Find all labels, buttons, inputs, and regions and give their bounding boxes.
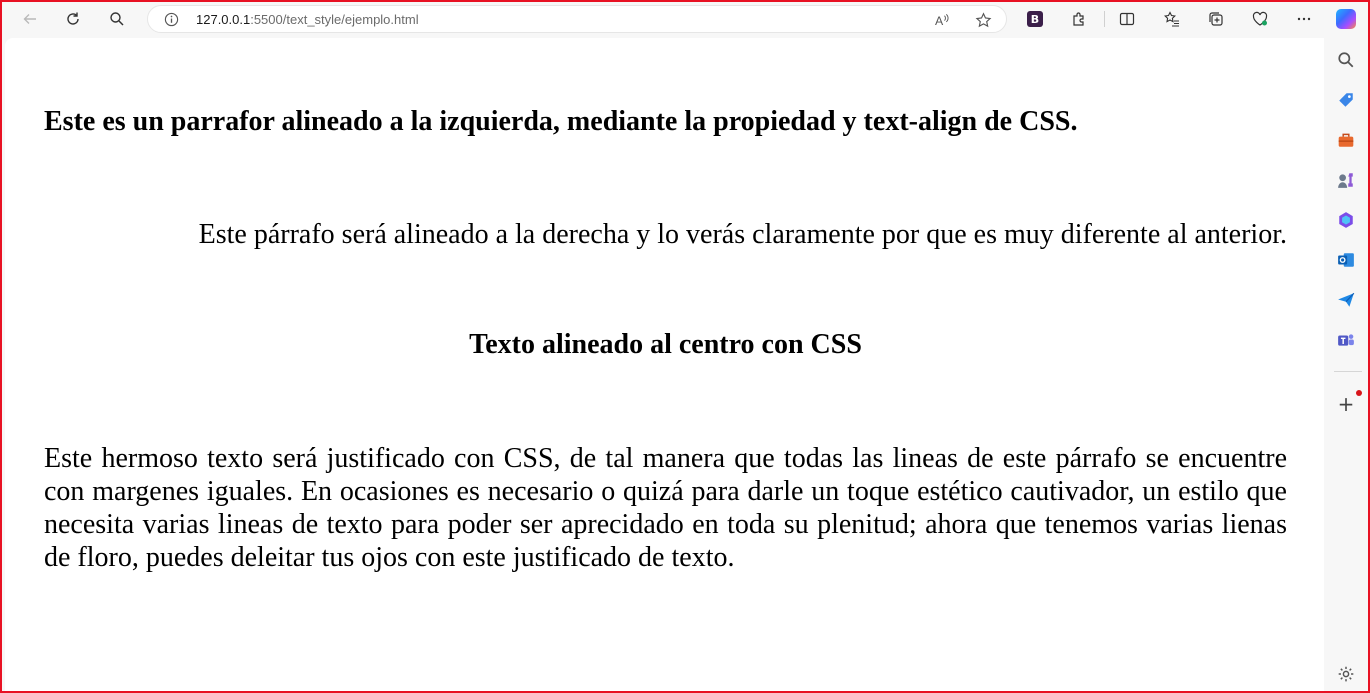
split-screen-button[interactable] bbox=[1113, 5, 1141, 33]
sidebar-tools-briefcase-icon[interactable] bbox=[1336, 130, 1356, 150]
favorites-list-icon bbox=[1164, 11, 1179, 27]
sidebar-shopping-tag-icon[interactable] bbox=[1336, 90, 1356, 110]
edge-sidebar: + bbox=[1326, 38, 1370, 693]
url-path: :5500/text_style/ejemplo.html bbox=[250, 12, 419, 27]
site-info-icon[interactable] bbox=[164, 12, 179, 27]
browser-toolbar: 127.0.0.1:5500/text_style/ejemplo.html A… bbox=[0, 0, 1370, 38]
collections-icon bbox=[1209, 12, 1223, 26]
right-aligned-paragraph: Este párrafo será alineado a la derecha … bbox=[198, 219, 1287, 250]
sidebar-send-icon[interactable] bbox=[1336, 290, 1356, 310]
url-host: 127.0.0.1 bbox=[196, 12, 251, 27]
extensions-button[interactable] bbox=[1065, 5, 1093, 33]
center-aligned-heading: Texto alineado al centro con CSS bbox=[469, 329, 862, 360]
sidebar-microsoft365-icon[interactable] bbox=[1336, 210, 1356, 230]
favorite-star-icon[interactable] bbox=[974, 11, 992, 29]
back-button[interactable] bbox=[16, 5, 44, 33]
sidebar-settings-gear-icon[interactable] bbox=[1336, 664, 1356, 684]
more-options-button[interactable] bbox=[1290, 5, 1318, 33]
url-text[interactable]: 127.0.0.1:5500/text_style/ejemplo.html bbox=[196, 12, 419, 27]
refresh-icon bbox=[67, 12, 79, 25]
copilot-button[interactable] bbox=[1332, 5, 1360, 33]
read-aloud-icon[interactable]: A bbox=[933, 11, 951, 29]
address-bar[interactable]: 127.0.0.1:5500/text_style/ejemplo.html A bbox=[147, 5, 1007, 33]
left-aligned-paragraph: Este es un parrafor alineado a la izquie… bbox=[44, 106, 1078, 137]
browser-essentials-button[interactable] bbox=[1246, 5, 1274, 33]
search-button[interactable] bbox=[103, 5, 131, 33]
arrow-left-icon bbox=[23, 14, 36, 24]
page-content: Este es un parrafor alineado a la izquie… bbox=[5, 38, 1324, 691]
sidebar-search-icon[interactable] bbox=[1336, 50, 1356, 70]
sidebar-add-icon[interactable]: + bbox=[1336, 392, 1356, 416]
split-screen-icon bbox=[1119, 12, 1135, 26]
puzzle-icon bbox=[1073, 12, 1084, 26]
sidebar-separator bbox=[1334, 371, 1362, 372]
notification-dot bbox=[1356, 390, 1362, 396]
sidebar-teams-icon[interactable] bbox=[1336, 330, 1356, 350]
ellipsis-icon bbox=[1297, 17, 1311, 21]
sidebar-games-icon[interactable] bbox=[1336, 170, 1356, 190]
collections-button[interactable] bbox=[1202, 5, 1230, 33]
favorites-button[interactable] bbox=[1158, 5, 1186, 33]
justified-paragraph: Este hermoso texto será justificado con … bbox=[44, 443, 1287, 573]
bing-icon: B bbox=[1027, 11, 1043, 27]
search-icon bbox=[110, 12, 124, 26]
heart-pulse-icon bbox=[1252, 11, 1268, 26]
copilot-icon bbox=[1336, 9, 1356, 29]
refresh-button[interactable] bbox=[59, 5, 87, 33]
bing-extension-button[interactable]: B bbox=[1021, 5, 1049, 33]
sidebar-outlook-icon[interactable] bbox=[1336, 250, 1356, 270]
toolbar-separator bbox=[1104, 11, 1105, 27]
svg-text:A: A bbox=[934, 14, 943, 28]
